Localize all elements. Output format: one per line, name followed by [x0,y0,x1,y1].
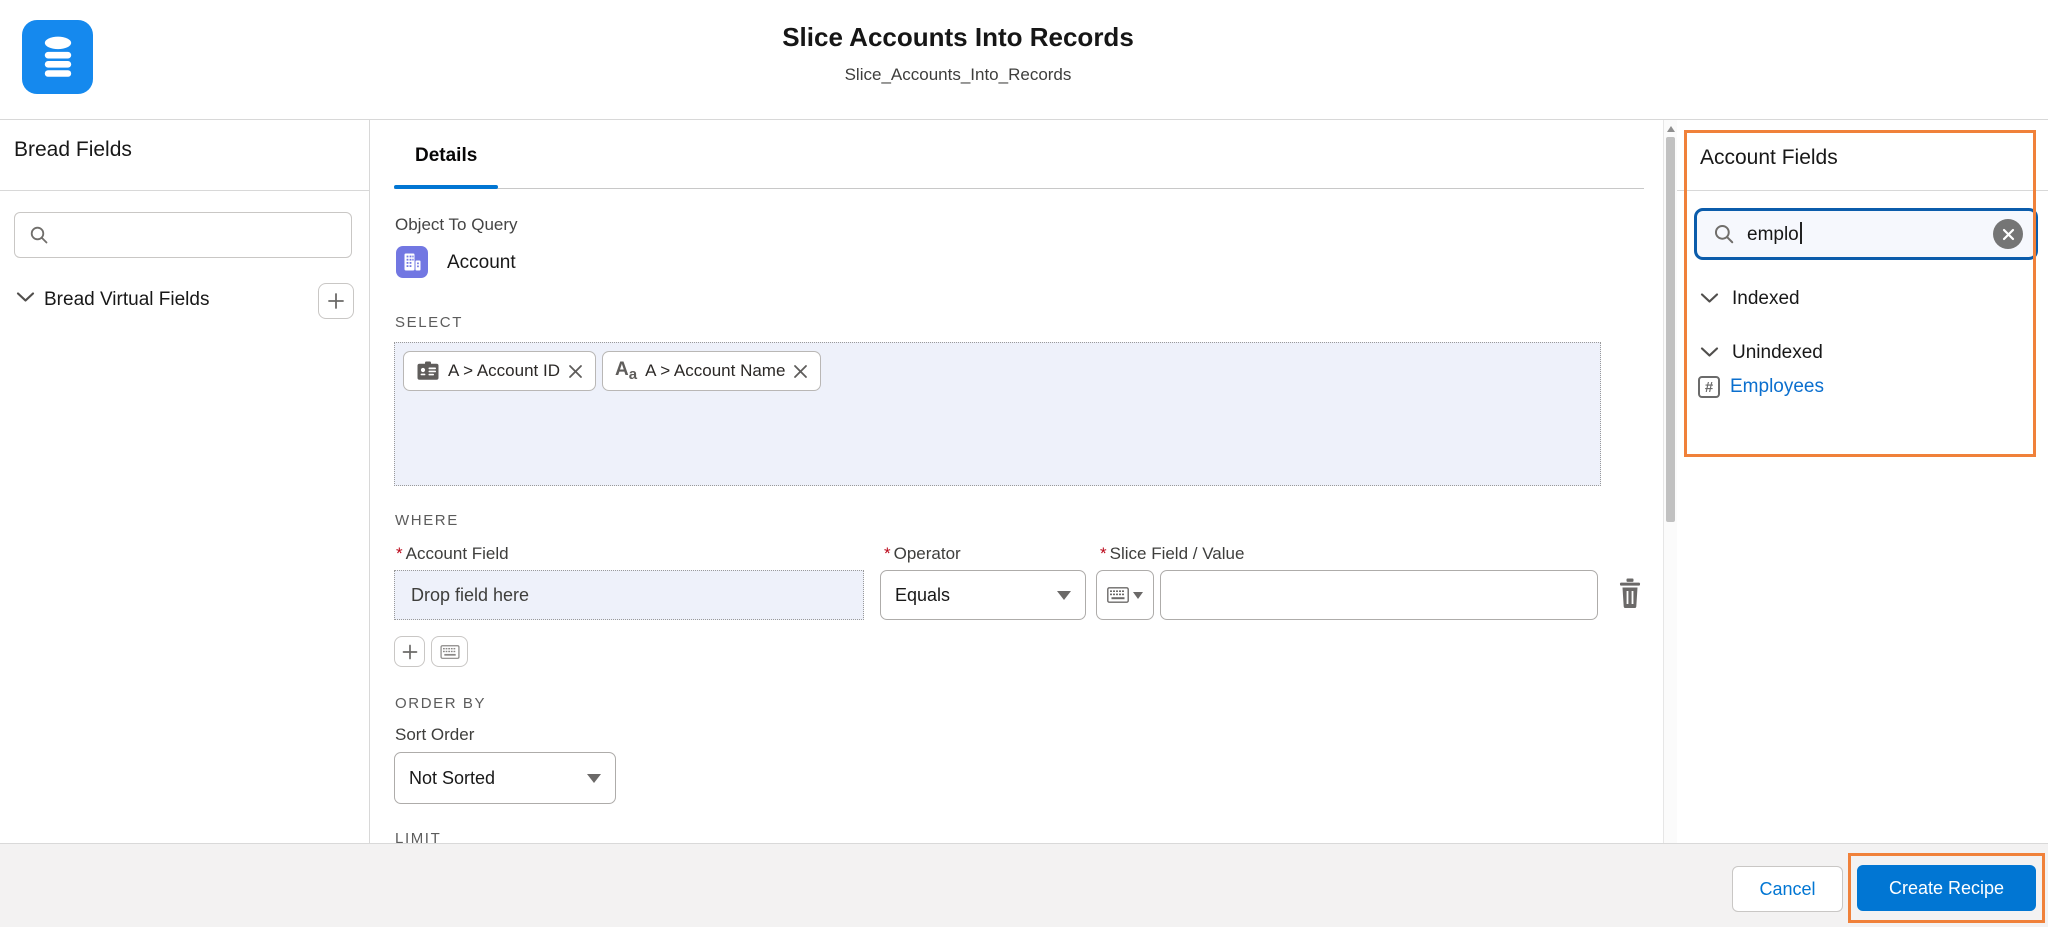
bread-fields-search[interactable] [14,212,352,258]
account-fields-title: Account Fields [1700,146,1838,169]
bread-fields-title: Bread Fields [14,138,132,161]
page-subtitle: Slice_Accounts_Into_Records [844,65,1072,84]
indexed-group-label: Indexed [1732,288,1800,309]
chevron-down-icon [1057,590,1071,600]
search-query-text: emplo [1747,222,1993,246]
add-condition-button[interactable] [394,636,425,667]
cancel-button[interactable]: Cancel [1732,866,1843,912]
slice-field-label: * Slice Field / Value [1100,544,1245,563]
clear-search-icon[interactable] [1993,219,2023,249]
limit-section-label: LIMIT [395,830,442,843]
selected-field-pill[interactable]: Aa A > Account Name [602,351,822,391]
field-link[interactable]: Employees [1730,376,1824,398]
account-fields-panel: Account Fields emplo Indexed Unindexed #… [1677,120,2048,843]
search-icon [1713,223,1735,245]
select-fields-dropzone[interactable]: A > Account ID Aa A > Account Name [394,342,1601,486]
chevron-down-icon [1133,591,1143,599]
unindexed-group-toggle[interactable]: Unindexed [1677,338,2048,370]
account-field-label: * Account Field [396,544,509,563]
tab-divider [394,188,1644,189]
create-recipe-button[interactable]: Create Recipe [1857,865,2036,911]
remove-field-icon[interactable] [793,364,808,379]
scroll-up-icon[interactable] [1667,126,1675,132]
input-type-combo-button[interactable] [1096,570,1154,620]
text-type-icon: Aa [615,359,638,383]
footer-bar: Cancel Create Recipe [0,843,2048,927]
bread-virtual-fields-label: Bread Virtual Fields [44,289,210,310]
bread-fields-panel: Bread Fields Bread Virtual Fields [0,120,370,843]
account-fields-search-input[interactable]: emplo [1694,208,2038,260]
tab-details[interactable]: Details [415,145,477,167]
sort-order-select[interactable]: Not Sorted [394,752,616,804]
drop-placeholder: Drop field here [411,584,530,605]
field-item-employees[interactable]: # Employees [1677,374,2048,404]
order-by-section-label: ORDER BY [395,695,487,712]
divider [0,190,370,191]
sort-order-value: Not Sorted [409,767,496,788]
main-scrollbar[interactable] [1663,120,1677,843]
divider [1677,190,2048,191]
chevron-down-icon [1700,346,1719,358]
selected-field-pill[interactable]: A > Account ID [403,351,596,391]
operator-select[interactable]: Equals [880,570,1086,620]
id-badge-icon [416,361,440,381]
tab-active-underline [394,185,498,189]
text-caret [1799,222,1802,244]
slice-value-input[interactable] [1160,570,1598,620]
operator-value: Equals [895,584,951,605]
tutorial-highlight-box: Create Recipe [1848,853,2045,923]
account-field-dropzone[interactable]: Drop field here [394,570,864,620]
account-object-icon [396,246,428,278]
number-field-icon: # [1698,376,1720,398]
search-icon [29,225,49,245]
add-virtual-field-button[interactable] [318,283,354,319]
remove-field-icon[interactable] [568,364,583,379]
details-pane: Details Object To Query Account SELECT A… [371,120,1663,843]
operator-label: * Operator [884,544,961,563]
sort-order-label: Sort Order [395,725,475,744]
custom-condition-button[interactable] [431,636,468,667]
select-section-label: SELECT [395,314,463,331]
pill-label: A > Account Name [645,361,786,380]
keyboard-icon [1107,587,1129,603]
chevron-down-icon [1700,292,1719,304]
scrollbar-thumb[interactable] [1666,137,1675,522]
chevron-down-icon[interactable] [16,291,35,303]
indexed-group-toggle[interactable]: Indexed [1677,284,2048,316]
delete-condition-icon[interactable] [1617,578,1643,608]
object-name: Account [447,252,516,273]
unindexed-group-label: Unindexed [1732,342,1823,363]
chevron-down-icon [587,773,601,783]
object-to-query-label: Object To Query [395,215,518,234]
bread-fields-search-input[interactable] [59,224,351,246]
page-title: Slice Accounts Into Records [782,22,1134,52]
pill-label: A > Account ID [448,361,560,380]
where-section-label: WHERE [395,512,459,529]
header: Slice Accounts Into Records Slice_Accoun… [0,0,2048,119]
bread-virtual-fields-group[interactable]: Bread Virtual Fields [0,283,370,319]
